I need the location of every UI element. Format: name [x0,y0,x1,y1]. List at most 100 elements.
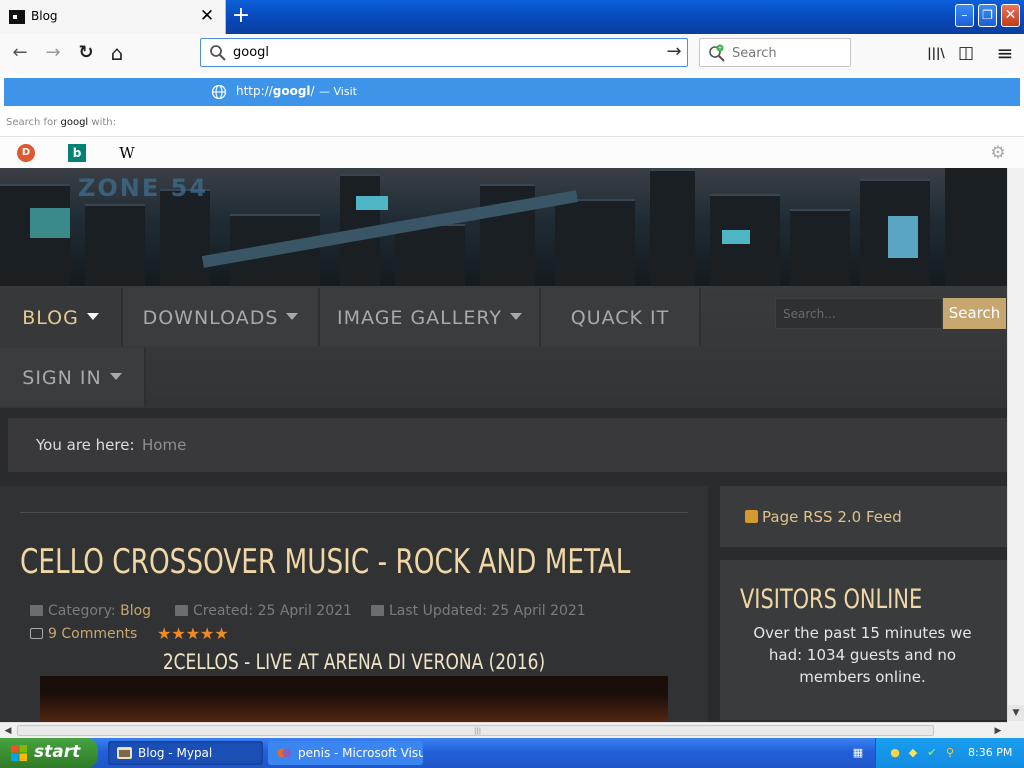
menu-item-label: BLOG [22,307,79,329]
windows-logo-icon [11,745,27,761]
caret-down-icon [109,373,122,380]
browser-app-icon [117,747,132,759]
minimize-button[interactable]: – [955,4,974,27]
site-search-placeholder: Search... [783,307,836,321]
horizontal-scrollbar[interactable]: ◀ ||| ▶ [0,722,1007,738]
search-icon [210,45,226,61]
taskbar: start Blog - Mypal penis - Microsoft Vis… [0,738,1024,768]
video-title: 2CELLOS - LIVE AT ARENA DI VERONA (2016) [162,650,546,674]
taskbar-item-label: penis - Microsoft Visu... [298,746,423,760]
breadcrumb: You are here: Home [8,418,1007,472]
suggestion-visit-label: — Visit [319,85,357,98]
menu-item-blog[interactable]: BLOG [0,288,123,346]
window-close-button[interactable]: ✕ [1001,4,1020,27]
wikipedia-icon[interactable]: W [118,144,136,162]
svg-text:+: + [717,45,722,52]
main-menu: BLOG DOWNLOADS IMAGE GALLERY QUACK IT SI… [0,286,1007,408]
article-category: Category: Blog [30,603,151,619]
menu-item-quack-it[interactable]: QUACK IT [541,288,701,346]
forward-button[interactable]: → [39,39,67,67]
comments-link[interactable]: 9 Comments [30,626,137,642]
grip-icon: ||| [474,727,482,735]
restore-button[interactable]: ❐ [978,4,997,27]
library-icon[interactable]: |||\ [923,41,949,65]
network-icon[interactable]: ● [888,746,902,760]
menu-icon[interactable]: ≡ [992,41,1018,65]
breadcrumb-home-link[interactable]: Home [142,436,186,454]
tab-title: Blog [31,9,58,23]
scroll-left-arrow-icon[interactable]: ◀ [0,723,16,739]
search-for-suffix: with: [91,117,116,128]
search-for-prefix: Search for [6,117,58,128]
tab-close-icon[interactable]: ✕ [198,6,216,26]
search-tray-icon[interactable]: ⚲ [943,746,957,760]
category-link[interactable]: Blog [120,603,151,619]
visitors-module: VISITORS ONLINE Over the past 15 minutes… [720,560,1007,720]
globe-icon [211,84,227,100]
search-engine-icon[interactable]: + [708,44,726,62]
header-banner-image: ZONE 54 [0,168,1007,286]
visitors-text: Over the past 15 minutes we had: 1034 gu… [753,624,972,686]
category-label: Category: [48,603,116,619]
taskbar-item-visual-studio[interactable]: penis - Microsoft Visu... [268,741,423,765]
created-text: Created: 25 April 2021 [193,603,352,619]
search-input[interactable]: Search [732,46,777,61]
keyboard-icon[interactable]: ▦ [851,746,865,760]
go-arrow-icon[interactable]: → [663,41,685,63]
gear-icon[interactable]: ⚙ [989,144,1007,162]
site-favicon-icon [9,10,25,24]
search-for-label: Search for googl with: [6,117,116,128]
rating-stars[interactable]: ★★★★★ [157,624,229,643]
rss-feed-link[interactable]: Page RSS 2.0 Feed [762,508,902,526]
video-thumbnail [40,694,668,722]
site-search-input[interactable]: Search... [775,298,943,329]
tab-blog[interactable]: Blog ✕ [0,0,226,34]
update-icon[interactable]: ✔ [925,746,939,760]
url-input[interactable]: googl [233,45,269,60]
site-search-button[interactable]: Search [943,298,1006,329]
calendar-icon [175,605,188,616]
menu-item-image-gallery[interactable]: IMAGE GALLERY [320,288,541,346]
menu-item-label: SIGN IN [22,367,102,389]
duckduckgo-icon[interactable]: D [17,144,35,162]
start-label: start [34,742,81,762]
suggestion-visit-row[interactable]: http://googl/ — Visit [4,78,1020,106]
horizontal-scroll-thumb[interactable]: ||| [17,725,934,736]
folder-icon [30,605,43,616]
start-button[interactable]: start [0,738,98,768]
suggestion-url: http://googl/ [236,84,315,98]
clock[interactable]: 8:36 PM [968,746,1012,759]
url-bar[interactable]: googl → [200,38,688,67]
menu-item-sign-in[interactable]: SIGN IN [0,348,146,406]
scroll-right-arrow-icon[interactable]: ▶ [990,723,1006,739]
new-tab-button[interactable]: + [231,5,251,27]
rss-module: Page RSS 2.0 Feed [720,486,1007,547]
scroll-down-arrow-icon[interactable]: ▼ [1008,705,1024,721]
menu-item-label: IMAGE GALLERY [337,307,502,329]
comments-text: 9 Comments [48,626,138,642]
back-button[interactable]: ← [6,39,34,67]
security-shield-icon[interactable]: ◆ [906,746,920,760]
taskbar-item-browser[interactable]: Blog - Mypal [108,741,263,765]
search-for-query: googl [60,117,89,128]
article-title[interactable]: CELLO CROSSOVER MUSIC - ROCK AND METAL [20,542,630,582]
rss-icon [745,510,758,523]
reload-button[interactable]: ↻ [72,39,100,67]
visual-studio-icon [277,748,292,758]
visitors-title: VISITORS ONLINE [740,584,923,615]
calendar-icon [371,605,384,616]
article-created-date: Created: 25 April 2021 [175,603,352,619]
home-button[interactable]: ⌂ [103,39,131,67]
system-tray: ● ◆ ✔ ⚲ 8:36 PM [875,738,1024,768]
scrollbar-corner [1007,722,1024,738]
menu-item-label: QUACK IT [570,307,670,329]
bing-icon[interactable]: b [68,144,86,162]
one-off-search-engines: D b W ⚙ [0,136,1024,168]
comment-icon [30,628,43,639]
vertical-scrollbar[interactable]: ▼ [1007,168,1024,722]
search-bar[interactable]: + Search [699,38,851,67]
sidebar-icon[interactable]: ◫ [953,41,979,65]
embedded-video[interactable] [40,676,668,722]
menu-item-downloads[interactable]: DOWNLOADS [123,288,320,346]
suggestion-url-prefix: http:// [236,84,273,98]
